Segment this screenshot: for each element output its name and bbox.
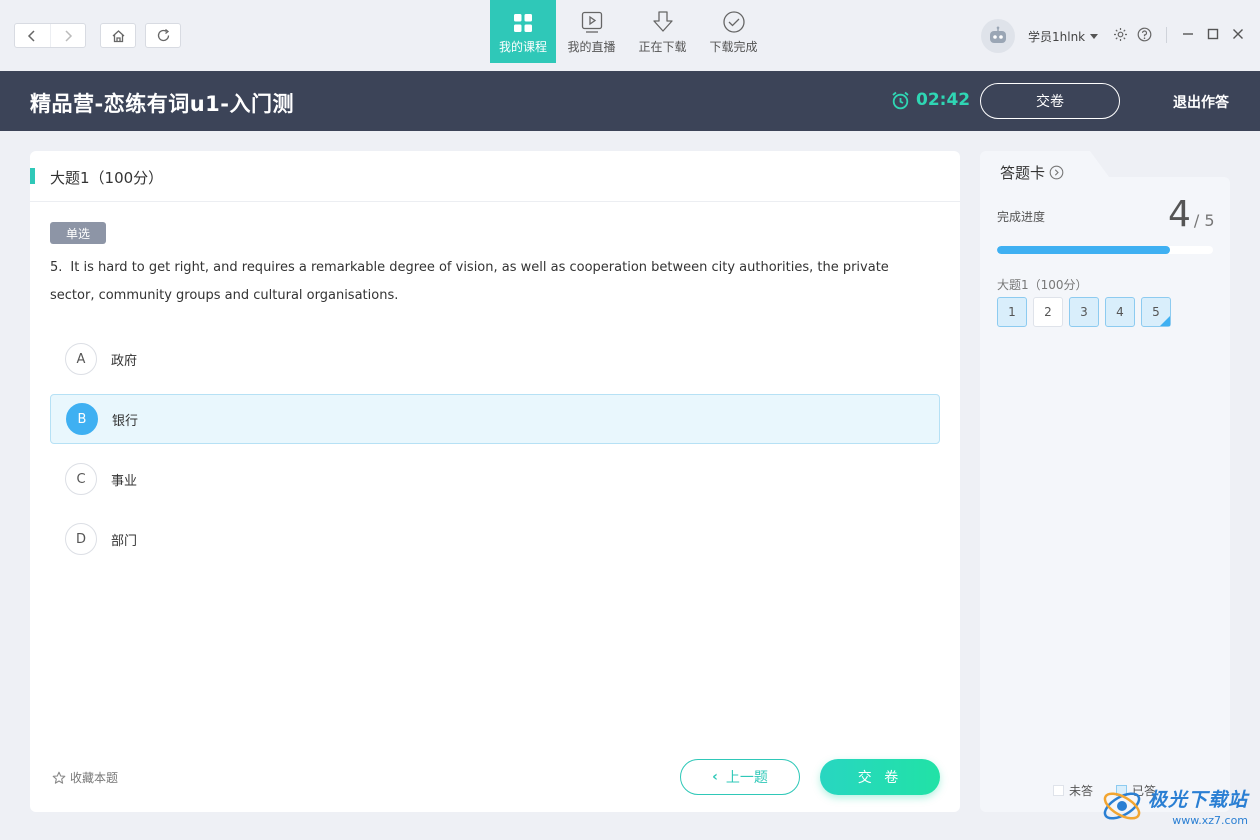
completed-count: 4 — [1168, 194, 1191, 235]
option-text: 政府 — [111, 353, 138, 369]
home-icon — [112, 29, 124, 42]
chevron-left-icon — [28, 29, 35, 42]
answer-card-title[interactable]: 答题卡 — [1000, 162, 1064, 183]
play-icon — [581, 11, 602, 33]
home-button[interactable] — [100, 23, 136, 48]
help-button[interactable] — [1137, 27, 1152, 46]
section-title: 大题1（100分） — [50, 169, 164, 187]
top-bar: 我的课程 我的直播 正在下载 下载完成 学员1hlnk — [0, 0, 1260, 71]
minimize-button[interactable] — [1180, 26, 1196, 42]
chevron-right-circle-icon — [1049, 165, 1064, 180]
option-a[interactable]: A 政府 — [50, 334, 940, 384]
minimize-icon — [1183, 33, 1193, 35]
legend-unanswered: 未答 — [1053, 782, 1093, 799]
check-circle-icon — [722, 11, 745, 33]
question-type-badge: 单选 — [50, 222, 106, 244]
section-header: 大题1（100分） — [30, 151, 960, 202]
exam-header: 精品营-恋练有词u1-入门测 02:42 交卷 退出作答 — [0, 71, 1260, 131]
header-submit-button[interactable]: 交卷 — [980, 83, 1120, 119]
star-icon — [52, 771, 66, 784]
close-icon — [1233, 29, 1243, 39]
settings-button[interactable] — [1113, 27, 1128, 46]
option-letter: C — [65, 463, 97, 495]
refresh-button[interactable] — [145, 23, 181, 48]
question-cell-5[interactable]: 5 — [1141, 297, 1171, 327]
option-text: 部门 — [111, 533, 138, 549]
chevron-left-icon: ‹ — [712, 769, 718, 785]
user-menu[interactable]: 学员1hlnk — [981, 19, 1099, 53]
tab-my-live[interactable]: 我的直播 — [556, 0, 627, 63]
option-d[interactable]: D 部门 — [50, 514, 940, 564]
countdown-timer: 02:42 — [891, 90, 970, 110]
option-text: 事业 — [111, 473, 138, 489]
tab-downloaded[interactable]: 下载完成 — [698, 0, 769, 63]
option-letter: D — [65, 523, 97, 555]
question-panel: 大题1（100分） 单选 5. It is hard to get right, … — [30, 151, 960, 812]
question-grid: 1 2 3 4 5 — [997, 297, 1177, 327]
submit-button[interactable]: 交 卷 — [820, 759, 940, 795]
watermark-name: 极光下载站 — [1148, 789, 1249, 811]
question-cell-2[interactable]: 2 — [1033, 297, 1063, 327]
back-button[interactable] — [15, 24, 50, 47]
avatar — [981, 19, 1015, 53]
progress-count: 4 / 5 — [1168, 194, 1215, 235]
progress-bar-fill — [997, 246, 1170, 254]
question-cell-3[interactable]: 3 — [1069, 297, 1099, 327]
gear-icon — [1114, 28, 1127, 41]
download-icon — [652, 11, 673, 32]
option-letter: B — [66, 403, 98, 435]
total-count: / 5 — [1193, 211, 1215, 230]
answer-card — [980, 177, 1230, 812]
section-accent-bar — [30, 168, 35, 184]
timer-value: 02:42 — [916, 90, 971, 110]
maximize-icon — [1207, 28, 1219, 40]
previous-question-button[interactable]: ‹ 上一题 — [680, 759, 800, 795]
progress-bar — [997, 246, 1213, 254]
option-c[interactable]: C 事业 — [50, 454, 940, 504]
previous-label: 上一题 — [725, 770, 768, 786]
option-b[interactable]: B 银行 — [50, 394, 940, 444]
user-name: 学员1hlnk — [1028, 29, 1086, 44]
grid-icon — [514, 14, 532, 32]
question-number: 5. — [50, 260, 63, 275]
favorite-question-button[interactable]: 收藏本题 — [52, 769, 118, 786]
chevron-down-icon — [1090, 33, 1099, 39]
alarm-clock-icon — [892, 91, 909, 109]
tab-downloading[interactable]: 正在下载 — [627, 0, 698, 63]
watermark: 极光下载站 www.xz7.com — [1100, 784, 1248, 828]
option-text: 银行 — [112, 413, 139, 429]
tab-my-courses[interactable]: 我的课程 — [490, 0, 556, 63]
main-tabs: 我的课程 我的直播 正在下载 下载完成 — [490, 0, 769, 63]
watermark-url: www.xz7.com — [1172, 814, 1249, 827]
progress-label: 完成进度 — [997, 210, 1046, 224]
option-letter: A — [65, 343, 97, 375]
legend-swatch — [1053, 785, 1064, 796]
maximize-button[interactable] — [1205, 26, 1221, 42]
chevron-right-icon — [65, 29, 72, 42]
favorite-label: 收藏本题 — [70, 771, 119, 785]
close-button[interactable] — [1230, 26, 1246, 42]
divider — [1166, 27, 1167, 43]
forward-button[interactable] — [49, 24, 86, 47]
card-section-label: 大题1（100分） — [997, 278, 1088, 292]
question-text: 5. It is hard to get right, and requires … — [50, 254, 930, 310]
robot-avatar-icon — [990, 26, 1006, 43]
history-nav — [14, 23, 86, 48]
help-icon — [1137, 27, 1152, 42]
question-cell-4[interactable]: 4 — [1105, 297, 1135, 327]
aurora-logo-icon — [1103, 792, 1141, 820]
refresh-icon — [157, 28, 169, 42]
question-body: It is hard to get right, and requires a … — [50, 260, 889, 303]
page-title: 精品营-恋练有词u1-入门测 — [30, 92, 294, 116]
question-cell-1[interactable]: 1 — [997, 297, 1027, 327]
exit-answer-button[interactable]: 退出作答 — [1173, 92, 1229, 112]
